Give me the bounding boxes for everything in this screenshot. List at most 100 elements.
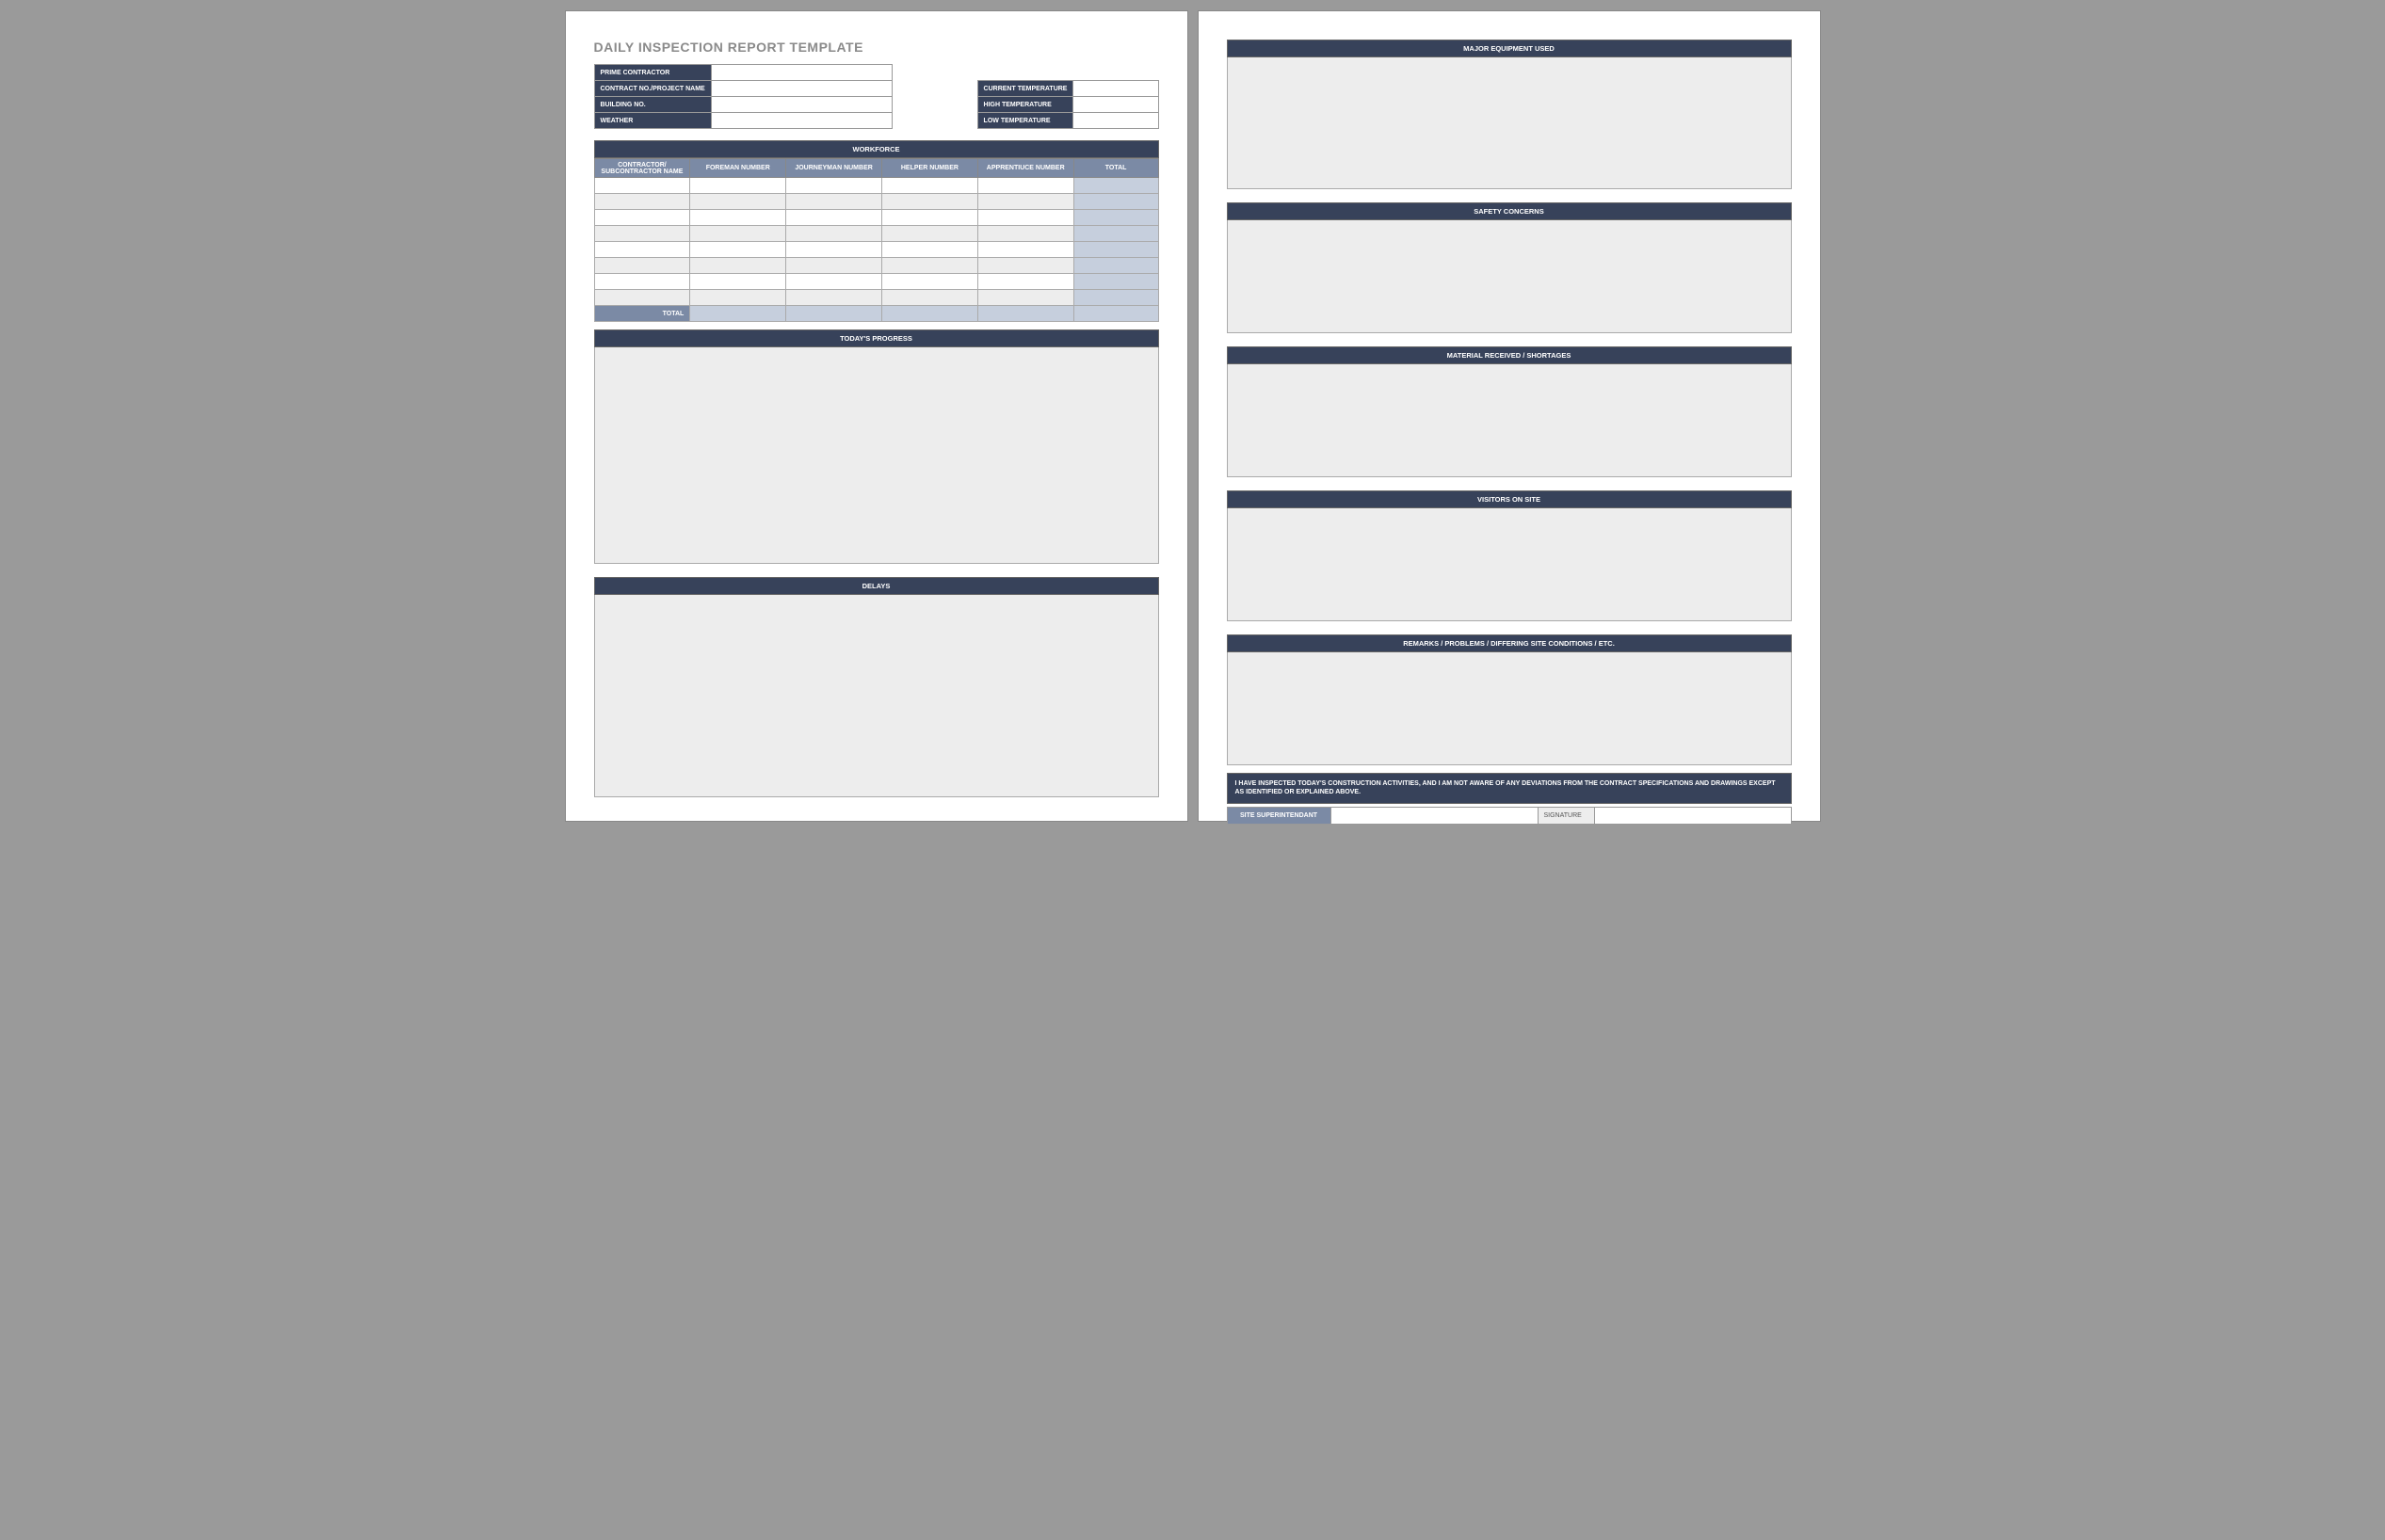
wf-cell-total[interactable] xyxy=(1073,210,1158,226)
signature-table: SITE SUPERINTENDANT SIGNATURE xyxy=(1227,807,1792,825)
superintendant-input[interactable] xyxy=(1330,807,1538,824)
wf-cell-journeyman[interactable] xyxy=(786,258,882,274)
wf-cell-apprentice[interactable] xyxy=(977,178,1073,194)
visitors-content[interactable] xyxy=(1227,508,1792,621)
wf-cell-apprentice[interactable] xyxy=(977,258,1073,274)
wf-total-total[interactable] xyxy=(1073,306,1158,322)
wf-cell-contractor[interactable] xyxy=(594,258,690,274)
equipment-content[interactable] xyxy=(1227,57,1792,189)
wf-cell-apprentice[interactable] xyxy=(977,290,1073,306)
wf-total-foreman[interactable] xyxy=(690,306,786,322)
progress-header: TODAY'S PROGRESS xyxy=(594,329,1159,347)
page-2: MAJOR EQUIPMENT USED SAFETY CONCERNS MAT… xyxy=(1199,11,1820,821)
signature-label: SIGNATURE xyxy=(1538,807,1594,824)
low-temp-input[interactable] xyxy=(1073,113,1158,129)
wf-cell-total[interactable] xyxy=(1073,242,1158,258)
wf-cell-contractor[interactable] xyxy=(594,194,690,210)
wf-cell-total[interactable] xyxy=(1073,274,1158,290)
wf-cell-apprentice[interactable] xyxy=(977,210,1073,226)
wf-cell-apprentice[interactable] xyxy=(977,226,1073,242)
wf-cell-apprentice[interactable] xyxy=(977,274,1073,290)
workforce-header: WORKFORCE xyxy=(594,140,1159,158)
safety-content[interactable] xyxy=(1227,220,1792,333)
table-row xyxy=(594,290,1158,306)
wf-cell-contractor[interactable] xyxy=(594,178,690,194)
wf-cell-contractor[interactable] xyxy=(594,290,690,306)
building-no-input[interactable] xyxy=(711,97,892,113)
delays-content[interactable] xyxy=(594,595,1159,797)
info-row: PRIME CONTRACTOR CONTRACT NO./PROJECT NA… xyxy=(594,64,1159,129)
wf-cell-foreman[interactable] xyxy=(690,258,786,274)
wf-total-helper[interactable] xyxy=(881,306,977,322)
workforce-table: CONTRACTOR/ SUBCONTRACTOR NAME FOREMAN N… xyxy=(594,158,1159,322)
contract-no-label: CONTRACT NO./PROJECT NAME xyxy=(594,81,711,97)
wf-col-helper: HELPER NUMBER xyxy=(881,159,977,178)
progress-content[interactable] xyxy=(594,347,1159,564)
wf-cell-apprentice[interactable] xyxy=(977,194,1073,210)
wf-cell-journeyman[interactable] xyxy=(786,242,882,258)
table-row xyxy=(594,178,1158,194)
wf-cell-total[interactable] xyxy=(1073,290,1158,306)
wf-cell-contractor[interactable] xyxy=(594,242,690,258)
temperature-table: CURRENT TEMPERATURE HIGH TEMPERATURE LOW… xyxy=(977,80,1159,129)
wf-cell-helper[interactable] xyxy=(881,210,977,226)
weather-input[interactable] xyxy=(711,113,892,129)
wf-col-contractor: CONTRACTOR/ SUBCONTRACTOR NAME xyxy=(594,159,690,178)
weather-label: WEATHER xyxy=(594,113,711,129)
building-no-label: BUILDING NO. xyxy=(594,97,711,113)
wf-cell-total[interactable] xyxy=(1073,178,1158,194)
wf-cell-helper[interactable] xyxy=(881,194,977,210)
wf-cell-journeyman[interactable] xyxy=(786,210,882,226)
wf-cell-apprentice[interactable] xyxy=(977,242,1073,258)
delays-header: DELAYS xyxy=(594,577,1159,595)
table-row xyxy=(594,242,1158,258)
wf-cell-journeyman[interactable] xyxy=(786,178,882,194)
wf-total-apprentice[interactable] xyxy=(977,306,1073,322)
wf-col-total: TOTAL xyxy=(1073,159,1158,178)
wf-cell-total[interactable] xyxy=(1073,226,1158,242)
wf-cell-journeyman[interactable] xyxy=(786,194,882,210)
wf-col-apprentice: APPRENTIUCE NUMBER xyxy=(977,159,1073,178)
wf-cell-journeyman[interactable] xyxy=(786,274,882,290)
table-row xyxy=(594,226,1158,242)
wf-cell-helper[interactable] xyxy=(881,178,977,194)
wf-cell-foreman[interactable] xyxy=(690,226,786,242)
wf-cell-foreman[interactable] xyxy=(690,290,786,306)
wf-cell-foreman[interactable] xyxy=(690,242,786,258)
wf-cell-helper[interactable] xyxy=(881,258,977,274)
wf-cell-contractor[interactable] xyxy=(594,210,690,226)
prime-contractor-label: PRIME CONTRACTOR xyxy=(594,65,711,81)
table-row xyxy=(594,194,1158,210)
wf-cell-helper[interactable] xyxy=(881,274,977,290)
wf-cell-foreman[interactable] xyxy=(690,178,786,194)
wf-cell-helper[interactable] xyxy=(881,226,977,242)
wf-cell-foreman[interactable] xyxy=(690,194,786,210)
prime-contractor-input[interactable] xyxy=(711,65,892,81)
wf-cell-journeyman[interactable] xyxy=(786,290,882,306)
remarks-content[interactable] xyxy=(1227,652,1792,765)
wf-cell-helper[interactable] xyxy=(881,290,977,306)
wf-cell-contractor[interactable] xyxy=(594,226,690,242)
table-row xyxy=(594,274,1158,290)
contract-no-input[interactable] xyxy=(711,81,892,97)
remarks-header: REMARKS / PROBLEMS / DIFFERING SITE COND… xyxy=(1227,634,1792,652)
current-temp-input[interactable] xyxy=(1073,81,1158,97)
wf-cell-journeyman[interactable] xyxy=(786,226,882,242)
wf-total-label: TOTAL xyxy=(594,306,690,322)
wf-cell-total[interactable] xyxy=(1073,194,1158,210)
high-temp-label: HIGH TEMPERATURE xyxy=(977,97,1073,113)
wf-cell-total[interactable] xyxy=(1073,258,1158,274)
material-content[interactable] xyxy=(1227,364,1792,477)
low-temp-label: LOW TEMPERATURE xyxy=(977,113,1073,129)
wf-total-journeyman[interactable] xyxy=(786,306,882,322)
project-info-table: PRIME CONTRACTOR CONTRACT NO./PROJECT NA… xyxy=(594,64,893,129)
wf-cell-foreman[interactable] xyxy=(690,210,786,226)
wf-cell-contractor[interactable] xyxy=(594,274,690,290)
signature-input[interactable] xyxy=(1594,807,1791,824)
current-temp-label: CURRENT TEMPERATURE xyxy=(977,81,1073,97)
superintendant-label: SITE SUPERINTENDANT xyxy=(1227,807,1330,824)
wf-cell-foreman[interactable] xyxy=(690,274,786,290)
wf-cell-helper[interactable] xyxy=(881,242,977,258)
high-temp-input[interactable] xyxy=(1073,97,1158,113)
equipment-header: MAJOR EQUIPMENT USED xyxy=(1227,40,1792,57)
